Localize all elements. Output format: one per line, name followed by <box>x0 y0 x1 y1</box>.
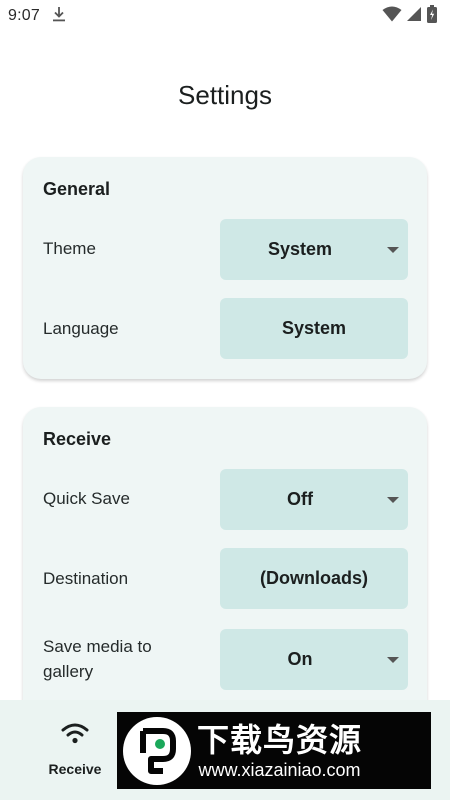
nav-label-receive: Receive <box>48 761 102 777</box>
destination-value: (Downloads) <box>260 568 368 588</box>
battery-icon <box>426 4 438 28</box>
receive-section: Receive Quick Save Off Destination (Down… <box>23 407 427 737</box>
language-button[interactable]: System <box>220 298 408 359</box>
wifi-icon <box>61 722 89 749</box>
destination-label: Destination <box>43 569 129 588</box>
wifi-icon <box>382 6 402 27</box>
theme-label: Theme <box>43 239 96 258</box>
section-title-general: General <box>43 179 111 199</box>
theme-value: System <box>267 239 333 259</box>
status-left: 9:07 <box>8 6 66 27</box>
nav-item-receive[interactable]: Receive <box>32 722 118 777</box>
theme-dropdown[interactable]: System <box>220 219 408 280</box>
signal-icon <box>406 6 422 27</box>
chevron-down-icon <box>387 656 399 663</box>
watermark-text: 下载鸟资源 www.xiazainiao.com <box>197 721 362 781</box>
watermark-url: www.xiazainiao.com <box>198 759 361 780</box>
watermark-title: 下载鸟资源 <box>197 721 363 758</box>
chevron-down-icon <box>387 496 399 503</box>
download-icon <box>52 6 66 27</box>
status-right <box>382 4 438 28</box>
quick-save-label: Quick Save <box>43 489 130 508</box>
status-bar: 9:07 <box>0 0 450 32</box>
section-title-receive: Receive <box>43 429 112 449</box>
destination-button[interactable]: (Downloads) <box>220 548 408 609</box>
general-section: General Theme System Language System <box>23 157 427 379</box>
language-label: Language <box>43 319 119 338</box>
save-media-label: Save media to gallery <box>43 637 152 681</box>
language-value: System <box>281 318 347 338</box>
watermark-banner: 下载鸟资源 www.xiazainiao.com <box>117 712 431 789</box>
save-media-dropdown[interactable]: On <box>220 629 408 690</box>
page-title: Settings <box>178 80 272 110</box>
save-media-value: On <box>287 649 313 669</box>
quick-save-value: Off <box>287 489 313 509</box>
status-time: 9:07 <box>8 7 40 24</box>
watermark-logo-icon <box>123 716 191 785</box>
quick-save-dropdown[interactable]: Off <box>220 469 408 530</box>
chevron-down-icon <box>387 246 399 253</box>
